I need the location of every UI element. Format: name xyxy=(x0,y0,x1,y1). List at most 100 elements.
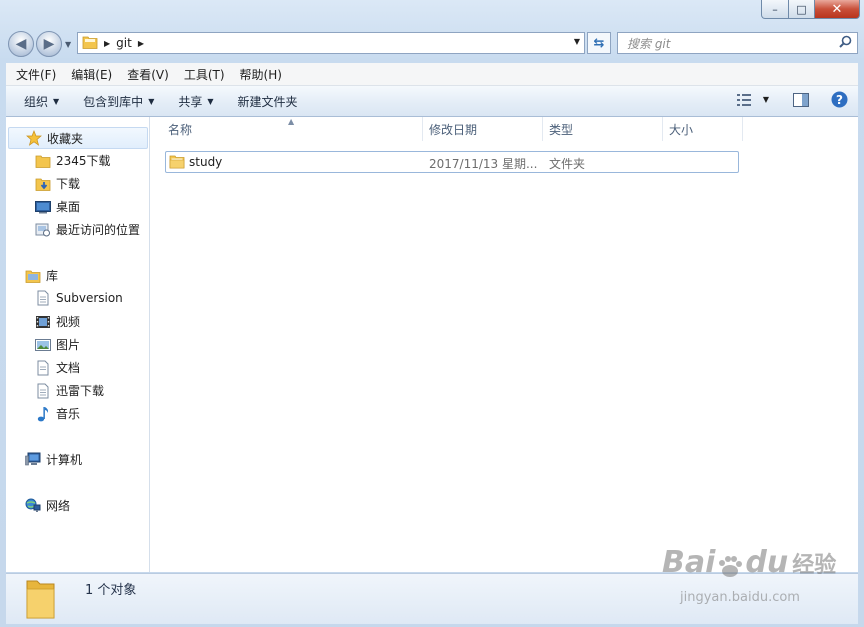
nav-network-label: 网络 xyxy=(46,499,71,513)
file-type: 文件夹 xyxy=(549,157,586,171)
menu-tools[interactable]: 工具(T) xyxy=(184,66,225,83)
nav-item-videos[interactable]: 视频 xyxy=(35,313,80,330)
nav-item-label: 音乐 xyxy=(56,407,81,421)
svg-text:?: ? xyxy=(836,93,843,107)
desktop-icon xyxy=(35,199,51,215)
view-options-icon[interactable] xyxy=(736,93,753,106)
column-header-date-modified[interactable]: 修改日期 xyxy=(421,117,543,141)
folder-icon xyxy=(169,154,185,172)
nav-computer-label: 计算机 xyxy=(46,453,83,467)
address-bar[interactable]: ▶ git ▶ ▼ xyxy=(77,32,585,54)
nav-favorites[interactable]: 收藏夹 xyxy=(8,127,148,149)
arrow-right-icon: ▶ xyxy=(43,36,55,52)
refresh-icon: ⇆ xyxy=(593,35,605,51)
minimize-button[interactable]: – xyxy=(761,0,789,19)
organize-label: 组织 xyxy=(24,94,49,109)
document-library-icon xyxy=(35,290,51,306)
close-button[interactable]: ✕ xyxy=(815,0,860,19)
file-row[interactable]: study 2017/11/13 星期... 文件夹 xyxy=(165,151,739,173)
nav-item-2345-download[interactable]: 2345下载 xyxy=(35,152,111,169)
share-label: 共享 xyxy=(178,94,203,109)
nav-item-label: 最近访问的位置 xyxy=(56,223,141,237)
music-note-icon xyxy=(35,406,51,422)
search-icon[interactable] xyxy=(839,35,852,51)
refresh-button[interactable]: ⇆ xyxy=(587,32,611,54)
nav-item-label: 桌面 xyxy=(56,200,81,214)
chevron-down-icon: ▼ xyxy=(53,96,60,106)
nav-item-label: 2345下载 xyxy=(56,154,111,168)
breadcrumb-separator[interactable]: ▶ xyxy=(104,39,110,48)
nav-libraries[interactable]: 库 xyxy=(25,267,58,284)
breadcrumb-git[interactable]: git xyxy=(116,36,132,50)
nav-item-pictures[interactable]: 图片 xyxy=(35,336,80,353)
item-count: 1 个对象 xyxy=(85,583,137,598)
nav-item-label: Subversion xyxy=(56,291,123,305)
menu-edit[interactable]: 编辑(E) xyxy=(71,66,112,83)
column-header-name[interactable]: 名称 xyxy=(160,117,423,141)
navigation-pane: 收藏夹 2345下载 下载 桌面 最近访问的位置 库 Subversion 视频… xyxy=(6,117,150,572)
menu-view[interactable]: 查看(V) xyxy=(127,66,169,83)
nav-item-music[interactable]: 音乐 xyxy=(35,405,80,422)
video-icon xyxy=(35,314,51,330)
watermark-brand: Bai xyxy=(662,545,716,580)
picture-icon xyxy=(35,337,51,353)
chevron-down-icon: ▼ xyxy=(148,96,155,106)
watermark-brand2: du xyxy=(745,545,789,580)
new-folder-button[interactable]: 新建文件夹 xyxy=(238,93,298,110)
folder-icon xyxy=(35,153,51,169)
view-controls: ▼ ? xyxy=(736,91,848,108)
file-name: study xyxy=(189,155,223,169)
search-placeholder: 搜索 git xyxy=(627,36,671,51)
nav-item-label: 图片 xyxy=(56,338,81,352)
menu-bar: 文件(F) 编辑(E) 查看(V) 工具(T) 帮助(H) xyxy=(6,63,858,86)
explorer-window: – □ ✕ ◀ ▶ ▼ ▶ git ▶ ▼ ⇆ 搜索 git 文件(F) 编辑(… xyxy=(0,0,864,627)
column-header-size[interactable]: 大小 xyxy=(661,117,743,141)
nav-item-subversion[interactable]: Subversion xyxy=(35,290,123,306)
new-folder-label: 新建文件夹 xyxy=(237,94,298,109)
menu-help[interactable]: 帮助(H) xyxy=(240,66,282,83)
paw-icon xyxy=(715,552,745,577)
menu-file[interactable]: 文件(F) xyxy=(16,66,56,83)
preview-pane-icon[interactable] xyxy=(793,92,809,107)
nav-libraries-label: 库 xyxy=(46,269,59,283)
library-icon xyxy=(25,268,41,284)
recent-pages-dropdown[interactable]: ▼ xyxy=(65,40,71,49)
nav-computer[interactable]: 计算机 xyxy=(25,451,82,468)
breadcrumb-separator[interactable]: ▶ xyxy=(138,39,144,48)
nav-item-label: 文档 xyxy=(56,361,81,375)
nav-item-label: 下载 xyxy=(56,177,81,191)
back-button[interactable]: ◀ xyxy=(8,31,34,57)
nav-item-thunder-download[interactable]: 迅雷下载 xyxy=(35,382,104,399)
nav-item-downloads[interactable]: 下载 xyxy=(35,175,80,192)
search-input[interactable]: 搜索 git xyxy=(617,32,858,54)
column-header-type[interactable]: 类型 xyxy=(541,117,663,141)
command-bar: 组织 ▼ 包含到库中 ▼ 共享 ▼ 新建文件夹 ▼ ? xyxy=(6,86,858,117)
include-in-library-label: 包含到库中 xyxy=(83,94,144,109)
nav-favorites-label: 收藏夹 xyxy=(47,131,84,146)
document-icon xyxy=(35,360,51,376)
organize-button[interactable]: 组织 ▼ xyxy=(24,93,59,110)
share-button[interactable]: 共享 ▼ xyxy=(178,93,213,110)
maximize-button[interactable]: □ xyxy=(789,0,815,19)
nav-item-label: 视频 xyxy=(56,315,81,329)
address-history-dropdown[interactable]: ▼ xyxy=(574,37,580,46)
forward-button[interactable]: ▶ xyxy=(36,31,62,57)
recent-places-icon xyxy=(35,222,51,238)
nav-network[interactable]: 网络 xyxy=(25,497,70,514)
star-icon xyxy=(26,130,42,146)
nav-item-desktop[interactable]: 桌面 xyxy=(35,198,80,215)
view-dropdown-icon[interactable]: ▼ xyxy=(763,95,769,104)
file-list-pane: ▲ 名称 修改日期 类型 大小 study 2017/11/13 星期... 文… xyxy=(150,117,858,572)
nav-item-recent-places[interactable]: 最近访问的位置 xyxy=(35,221,140,238)
nav-item-documents[interactable]: 文档 xyxy=(35,359,80,376)
nav-item-label: 迅雷下载 xyxy=(56,384,105,398)
chevron-down-icon: ▼ xyxy=(207,96,214,106)
download-folder-icon xyxy=(35,176,51,192)
include-in-library-button[interactable]: 包含到库中 ▼ xyxy=(83,93,154,110)
file-date-modified: 2017/11/13 星期... xyxy=(429,157,538,171)
document-library-icon xyxy=(35,383,51,399)
help-icon[interactable]: ? xyxy=(831,91,848,108)
watermark-product: 经验 xyxy=(792,553,837,578)
network-icon xyxy=(25,498,41,514)
folder-large-icon xyxy=(24,577,58,624)
